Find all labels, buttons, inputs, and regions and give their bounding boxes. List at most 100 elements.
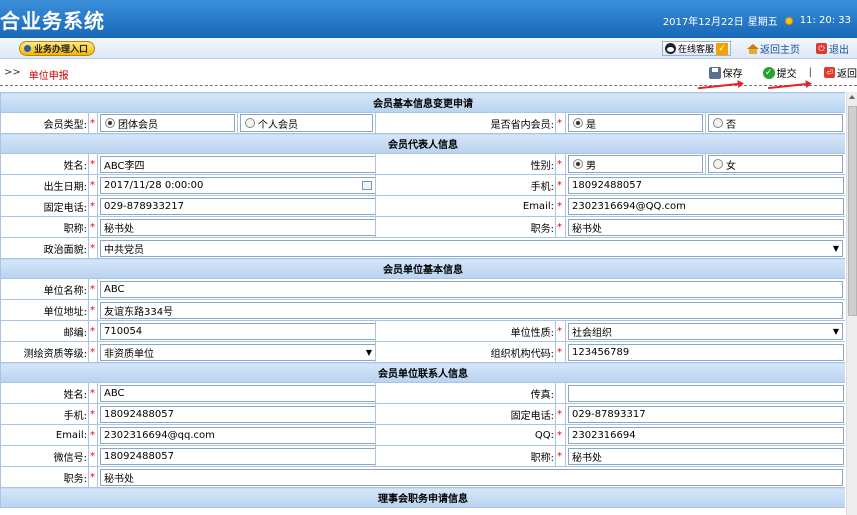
unit-zip-input[interactable]: 710054 xyxy=(100,322,376,340)
form-table: 会员基本信息变更申请 会员类型: * 团体会员 个人会员 是否省内会员: * 是… xyxy=(0,92,845,508)
toolbar-separator: | xyxy=(808,67,812,78)
required-star: * xyxy=(88,424,98,446)
rep-title-input[interactable]: 秘书处 xyxy=(100,218,376,236)
rep-name-input[interactable]: ABC李四 xyxy=(100,155,376,173)
unit-qualification-label: 测绘资质等级: xyxy=(0,341,89,363)
contact-email-input[interactable]: 2302316694@qq.com xyxy=(100,426,376,444)
required-star: * xyxy=(88,382,98,404)
in-province-no-radio[interactable]: 否 xyxy=(708,114,843,132)
section-representative: 会员代表人信息 xyxy=(0,133,845,154)
date-text: 2017年12月22日 xyxy=(662,17,744,28)
required-star: * xyxy=(88,320,98,342)
required-star: * xyxy=(555,195,566,217)
submit-button[interactable]: ✓ 提交 xyxy=(762,65,797,80)
clock-icon xyxy=(784,16,793,25)
rep-phone-label: 固定电话: xyxy=(0,195,89,217)
politics-value: 中共党员 xyxy=(104,244,144,256)
rep-phone-input[interactable]: 029-878933217 xyxy=(100,197,376,215)
contact-fax-label: 传真: xyxy=(375,382,556,404)
app-header: 合业务系统 2017年12月22日 星期五 11: 20: 33 xyxy=(0,0,857,38)
contact-wechat-input[interactable]: 18092488057 xyxy=(100,447,376,465)
unit-address-input[interactable]: 友谊东路334号 xyxy=(100,301,843,319)
member-type-individual-radio[interactable]: 个人会员 xyxy=(240,114,373,132)
contact-position-label: 职务: xyxy=(0,466,89,488)
member-type-label: 会员类型: xyxy=(0,112,89,134)
contact-position-input[interactable]: 秘书处 xyxy=(100,468,843,486)
unit-nature-label: 单位性质: xyxy=(375,320,556,342)
gender-male-radio[interactable]: 男 xyxy=(568,155,703,173)
back-button[interactable]: ⏎ 返回 xyxy=(824,65,857,80)
unit-zip-label: 邮编: xyxy=(0,320,89,342)
radio-selected-icon xyxy=(105,118,115,128)
contact-title-input[interactable]: 秘书处 xyxy=(568,447,844,465)
unit-address-label: 单位地址: xyxy=(0,299,89,321)
calendar-icon[interactable] xyxy=(362,180,372,190)
contact-qq-input[interactable]: 2302316694 xyxy=(568,426,844,444)
rep-title-label: 职称: xyxy=(0,216,89,238)
save-button[interactable]: 保存 xyxy=(708,65,743,80)
chevron-down-icon: ▼ xyxy=(832,243,839,253)
rep-mobile-label: 手机: xyxy=(375,174,556,196)
unit-qualification-select[interactable]: 非资质单位 ▼ xyxy=(100,343,376,361)
required-star: * xyxy=(555,153,566,175)
back-icon: ⏎ xyxy=(824,67,835,78)
business-entry-button[interactable]: 业务办理入口 xyxy=(19,41,96,56)
chevron-down-icon: ✓ xyxy=(716,42,728,55)
required-star: * xyxy=(555,112,566,134)
logout-label: 退出 xyxy=(829,45,849,56)
logout-link[interactable]: ⏻ 退出 xyxy=(816,41,849,56)
unit-org-code-label: 组织机构代码: xyxy=(375,341,556,363)
home-link[interactable]: 返回主页 xyxy=(747,41,800,56)
required-star: * xyxy=(555,424,566,446)
empty-star-cell xyxy=(555,382,566,404)
section-unit-contact: 会员单位联系人信息 xyxy=(0,362,845,383)
radio-label: 个人会员 xyxy=(258,119,298,131)
rep-politics-select[interactable]: 中共党员 ▼ xyxy=(100,239,843,257)
radio-label: 男 xyxy=(586,160,596,172)
required-star: * xyxy=(555,445,566,467)
contact-fax-input[interactable] xyxy=(568,384,844,402)
contact-email-label: Email: xyxy=(0,424,89,446)
section-change-request: 会员基本信息变更申请 xyxy=(0,92,845,113)
scroll-up-icon[interactable] xyxy=(849,95,855,99)
contact-name-input[interactable]: ABC xyxy=(100,384,376,402)
entry-icon xyxy=(24,45,31,52)
online-service-label: 在线客服 xyxy=(677,45,714,55)
section-unit-basic: 会员单位基本信息 xyxy=(0,258,845,279)
unit-org-code-input[interactable]: 123456789 xyxy=(568,343,844,361)
submit-label: 提交 xyxy=(776,69,797,80)
contact-mobile-input[interactable]: 18092488057 xyxy=(100,405,376,423)
home-icon xyxy=(747,43,759,54)
gender-female-radio[interactable]: 女 xyxy=(708,155,843,173)
contact-phone-input[interactable]: 029-87893317 xyxy=(568,405,844,423)
vertical-scrollbar[interactable] xyxy=(846,92,857,515)
scrollbar-thumb[interactable] xyxy=(848,106,857,316)
required-star: * xyxy=(555,174,566,196)
weekday-text: 星期五 xyxy=(747,17,778,28)
rep-position-input[interactable]: 秘书处 xyxy=(568,218,844,236)
radio-icon xyxy=(245,118,255,128)
rep-mobile-input[interactable]: 18092488057 xyxy=(568,176,844,194)
nav-links: 在线客服 ✓ 返回主页 ⏻ 退出 xyxy=(661,41,849,56)
unit-name-input[interactable]: ABC xyxy=(100,280,843,298)
required-star: * xyxy=(88,299,98,321)
required-star: * xyxy=(88,445,98,467)
breadcrumb-current[interactable]: 单位申报 xyxy=(29,67,69,82)
rep-birth-date-input[interactable]: 2017/11/28 0:00:00 xyxy=(100,176,376,194)
contact-wechat-label: 微信号: xyxy=(0,445,89,467)
toolbar-buttons: 保存 ✓ 提交 | ⏎ 返回 xyxy=(708,65,857,80)
rep-email-input[interactable]: 2302316694@QQ.com xyxy=(568,197,844,215)
rep-gender-label: 性别: xyxy=(375,153,556,175)
required-star: * xyxy=(88,237,98,259)
online-service-button[interactable]: 在线客服 ✓ xyxy=(661,41,731,56)
save-label: 保存 xyxy=(722,69,743,80)
check-icon: ✓ xyxy=(762,66,775,79)
contact-qq-label: QQ: xyxy=(375,424,556,446)
exit-icon: ⏻ xyxy=(816,43,827,54)
unit-nature-select[interactable]: 社会组织 ▼ xyxy=(568,322,843,340)
in-province-yes-radio[interactable]: 是 xyxy=(568,114,703,132)
radio-icon xyxy=(713,159,723,169)
rep-birth-label: 出生日期: xyxy=(0,174,89,196)
member-type-group-radio[interactable]: 团体会员 xyxy=(100,114,235,132)
qq-icon xyxy=(664,43,676,54)
